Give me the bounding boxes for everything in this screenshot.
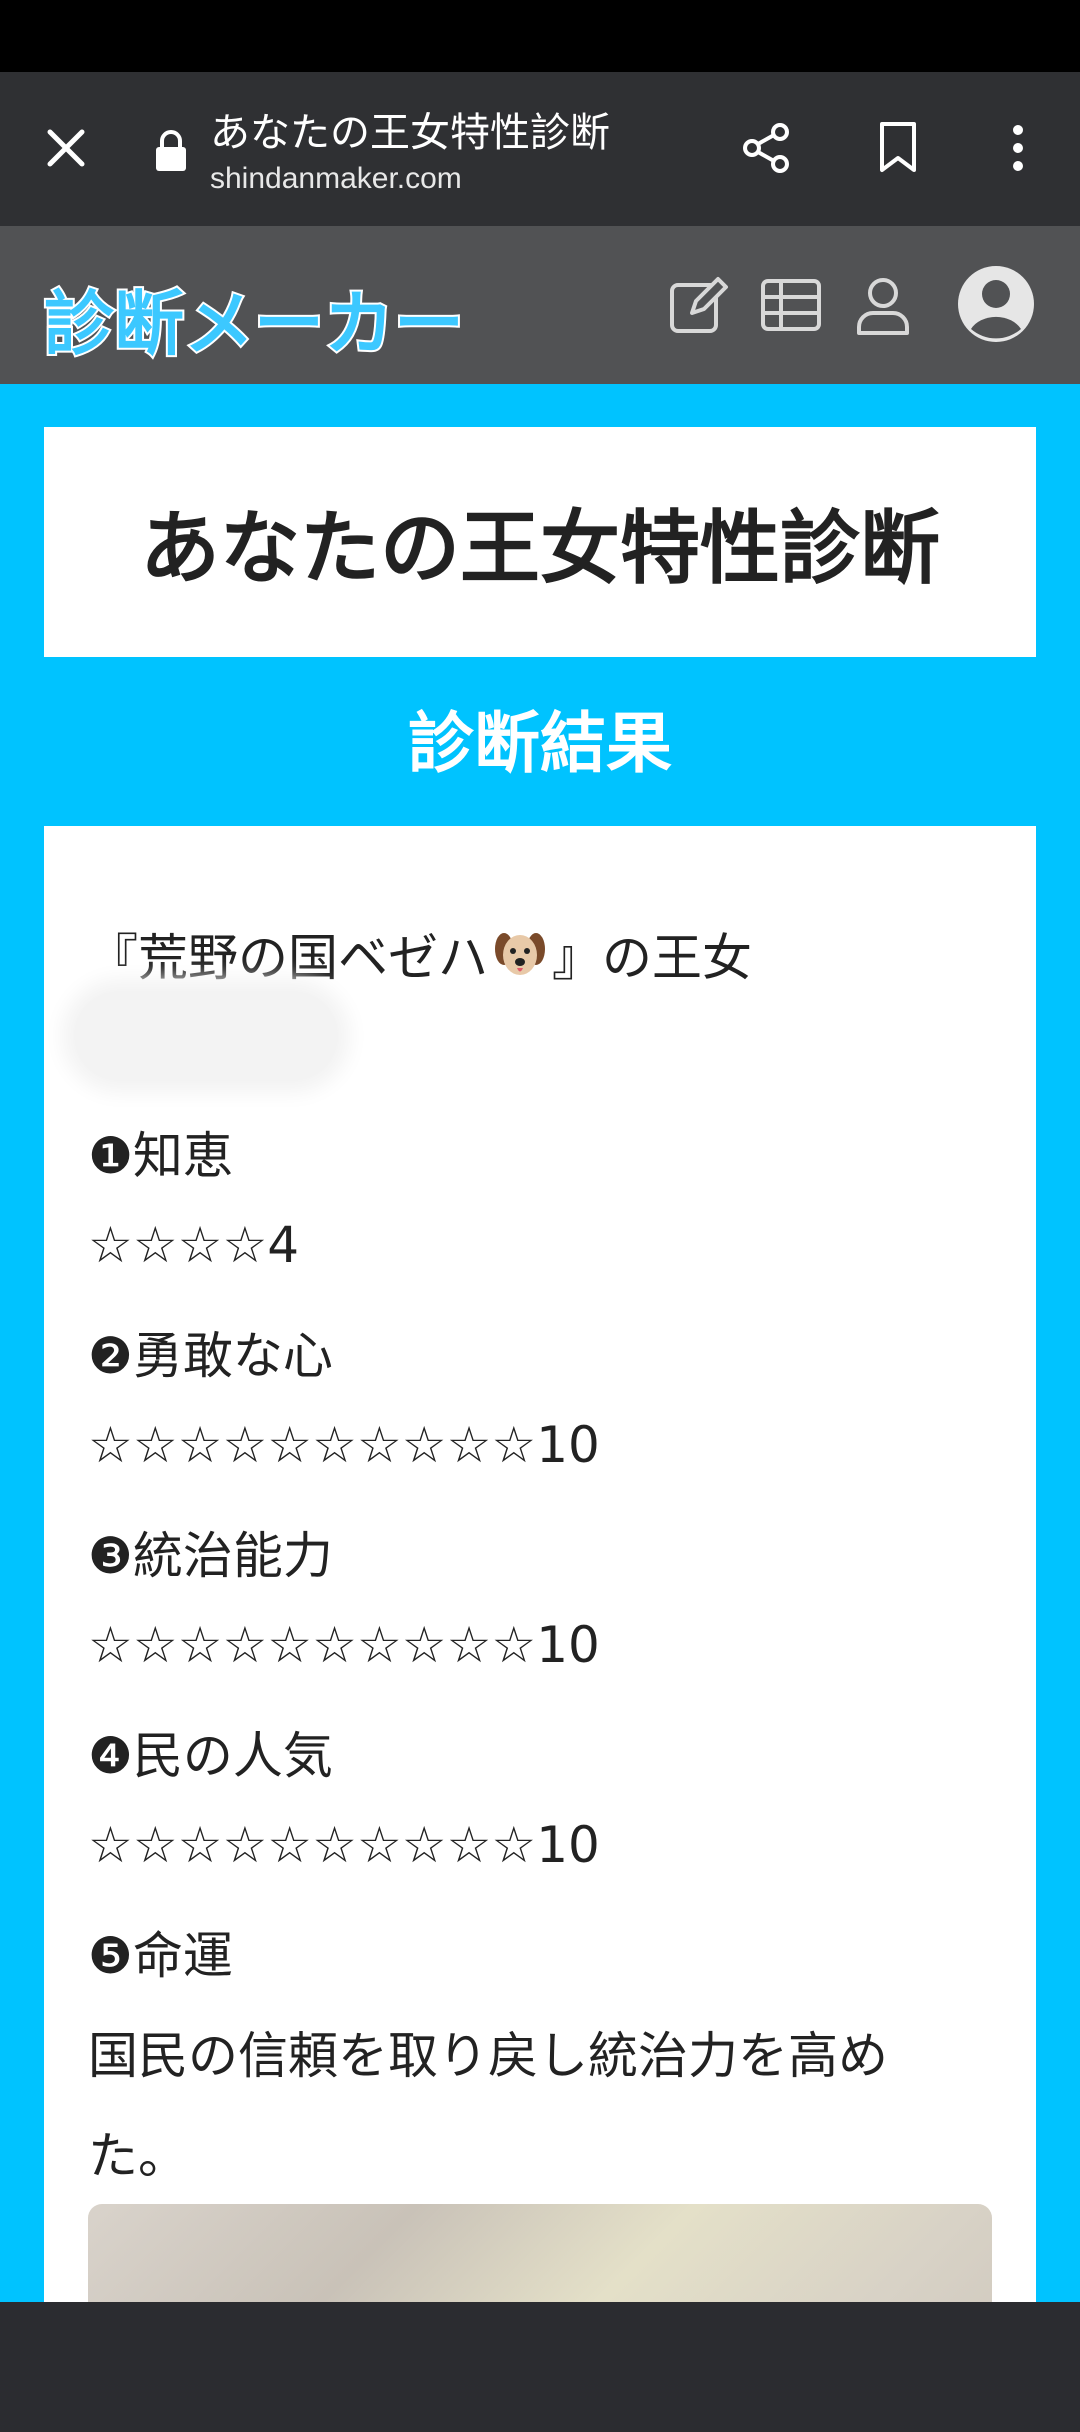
more-vert-icon (1013, 125, 1023, 171)
country-suffix: 』の王女 (552, 929, 752, 987)
list-button[interactable] (756, 270, 826, 340)
fate-text-line1: 国民の信頼を取り戻し統治力を高め (88, 2027, 888, 2085)
account-avatar[interactable] (956, 264, 1036, 344)
share-button[interactable] (730, 112, 802, 184)
diagnosis-title-card: あなたの王女特性診断 (44, 427, 1036, 657)
browser-page-title: あなたの王女特性診断 (210, 110, 610, 156)
item-courage-label: ❷勇敢な心 (88, 1327, 333, 1385)
item-governance-label: ❸統治能力 (88, 1527, 333, 1585)
mypage-button[interactable] (848, 270, 918, 340)
bookmark-icon (880, 122, 916, 172)
browser-toolbar: あなたの王女特性診断 shindanmaker.com (0, 72, 1080, 226)
create-button[interactable] (663, 270, 733, 340)
item-wisdom-label: ❶知恵 (88, 1127, 233, 1185)
result-image (88, 2204, 992, 2306)
item-governance-stars: ☆☆☆☆☆☆☆☆☆☆10 (88, 1616, 600, 1674)
result-card: 『荒野の国ベゼハ 』の王女 ❶知恵 ☆☆☆☆4 ❷勇敢な心 ☆☆☆☆☆☆☆☆☆☆… (44, 826, 1036, 2306)
item-courage-stars: ☆☆☆☆☆☆☆☆☆☆10 (88, 1416, 600, 1474)
account-avatar-icon (958, 266, 1034, 342)
country-prefix: 『荒野の国ベゼハ (88, 929, 488, 987)
result-country-line: 『荒野の国ベゼハ 』の王女 (88, 918, 752, 990)
edit-icon (670, 277, 728, 333)
browser-url[interactable]: shindanmaker.com (210, 162, 462, 196)
item-fate-label: ❺命運 (88, 1927, 233, 1985)
fate-text-line2: た。 (88, 2127, 188, 2185)
lock-icon (156, 130, 186, 171)
system-navigation-bar (0, 2302, 1080, 2432)
item-wisdom-stars: ☆☆☆☆4 (88, 1216, 300, 1274)
redacted-name-blur (74, 991, 338, 1081)
page-title: あなたの王女特性診断 (140, 502, 940, 595)
dog-emoji-icon (495, 933, 545, 975)
result-heading: 診断結果 (408, 705, 672, 782)
status-bar (0, 0, 1080, 72)
share-icon (743, 123, 789, 173)
site-header: 診断メーカー (0, 226, 1080, 384)
table-icon (761, 279, 821, 331)
close-tab-button[interactable] (30, 112, 102, 184)
item-popularity-stars: ☆☆☆☆☆☆☆☆☆☆10 (88, 1816, 600, 1874)
site-logo[interactable]: 診断メーカー (42, 268, 466, 369)
bookmark-button[interactable] (862, 112, 934, 184)
user-icon (857, 278, 909, 335)
close-icon (47, 129, 85, 167)
more-options-button[interactable] (982, 112, 1054, 184)
item-popularity-label: ❹民の人気 (88, 1727, 333, 1785)
